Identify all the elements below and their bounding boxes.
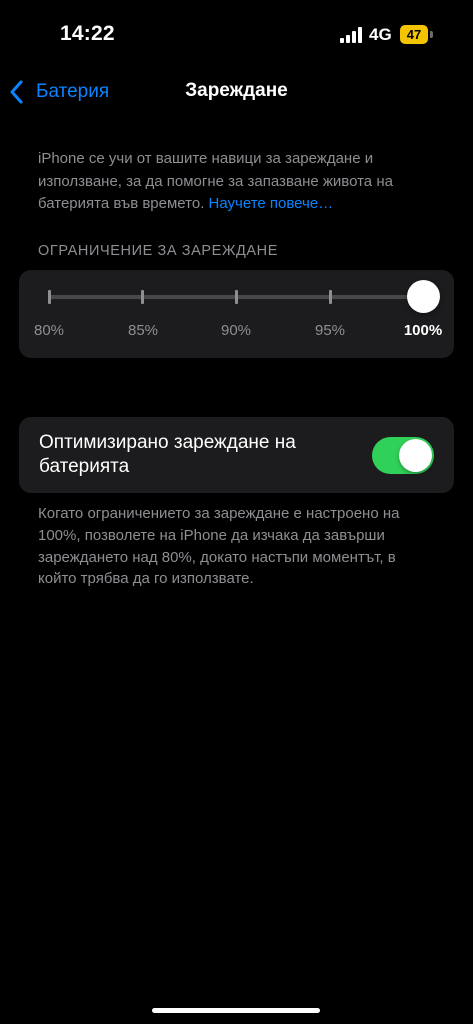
battery-icon: 47: [400, 25, 434, 44]
charge-limit-slider-thumb[interactable]: [407, 280, 440, 313]
back-button-label: Батерия: [36, 81, 110, 102]
optimized-charging-description: Когато ограничението за зареждане е наст…: [38, 505, 400, 588]
status-time: 14:22: [60, 22, 115, 45]
optimized-charging-label: Оптимизирано зареждане на батерията: [39, 432, 296, 477]
chevron-left-icon: [10, 80, 23, 104]
slider-label-95: 95%: [314, 322, 346, 339]
navigation-bar: Зареждане Батерия: [0, 70, 473, 114]
slider-label-85: 85%: [127, 322, 159, 339]
optimized-charging-card: Оптимизирано зареждане на батерията: [19, 417, 454, 493]
slider-label-80: 80%: [33, 322, 65, 339]
charge-limit-card: 80% 85% 90% 95% 100%: [19, 270, 454, 358]
slider-label-100: 100%: [403, 322, 443, 339]
back-button[interactable]: Батерия: [10, 78, 109, 106]
network-type: 4G: [369, 25, 392, 44]
cellular-signal-icon: [340, 27, 362, 43]
slider-tick-95: [329, 290, 332, 304]
slider-label-90: 90%: [220, 322, 252, 339]
optimized-charging-toggle[interactable]: [372, 437, 434, 474]
slider-tick-85: [141, 290, 144, 304]
battery-percentage: 47: [406, 27, 422, 42]
learn-more-link[interactable]: Научете повече…: [209, 195, 334, 212]
toggle-knob: [399, 439, 432, 472]
slider-tick-80: [48, 290, 51, 304]
intro-description: iPhone се учи от вашите навици за зарежд…: [38, 148, 438, 216]
slider-tick-90: [235, 290, 238, 304]
status-bar: 14:22 4G 47: [0, 0, 473, 70]
home-indicator[interactable]: [152, 1008, 320, 1013]
charge-limit-header: ОГРАНИЧЕНИЕ ЗА ЗАРЕЖДАНЕ: [38, 243, 278, 259]
